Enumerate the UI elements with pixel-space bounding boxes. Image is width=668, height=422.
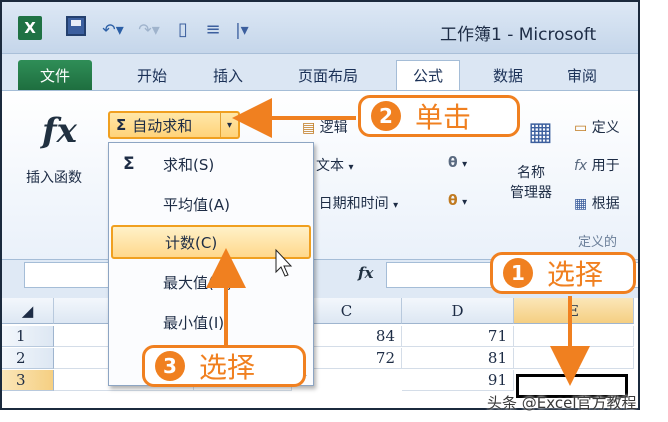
row-header[interactable]: 3 [2,370,54,391]
undo-icon[interactable]: ↶▾ [98,16,128,42]
column-header-d[interactable]: D [402,298,514,324]
chevron-down-icon: ▾ [348,162,354,173]
redo-icon[interactable]: ↷▾ [134,16,164,42]
ribbon-tabs: 文件 开始 插入 页面布局 公式 数据 审阅 [2,54,638,90]
tab-home[interactable]: 开始 [130,60,174,90]
lookup-functions-button[interactable]: θ ▾ [448,155,467,171]
formulas-ribbon: fx 插入函数 Σ 自动求和 ▾ ▤ 逻辑 A 文本 ▾ ◷ 日期和时间 ▾ θ… [2,90,638,260]
define-name-button[interactable]: ▭ 定义 [574,117,620,137]
tab-formulas[interactable]: 公式 [396,60,460,90]
logical-functions-button[interactable]: ▤ 逻辑 [302,117,348,137]
sigma-icon: Σ [116,116,127,134]
table-cell[interactable] [514,348,634,369]
table-cell[interactable]: 81 [402,348,514,369]
tab-data[interactable]: 数据 [484,60,532,90]
qat-customize-icon[interactable]: |▾ [230,16,254,42]
chevron-down-icon: ▾ [462,197,468,208]
insert-function-icon[interactable]: fx [42,111,77,151]
menu-item-max[interactable]: 最大值(M) [109,265,313,299]
autosum-button[interactable]: Σ 自动求和 ▾ [108,111,240,139]
tab-insert[interactable]: 插入 [206,60,250,90]
menu-item-min[interactable]: 最小值(I) [109,305,313,339]
menu-lines-icon[interactable]: ≡ [202,16,224,42]
table-cell[interactable]: 71 [402,326,514,347]
chevron-down-icon: ▾ [393,200,399,211]
step-2-callout: 2 单击 [358,95,520,137]
menu-item-sum[interactable]: Σ 求和(S) [109,147,313,181]
autosum-dropdown-arrow[interactable]: ▾ [220,113,238,137]
new-document-icon[interactable]: ▯ [172,16,194,42]
tab-page-layout[interactable]: 页面布局 [288,60,368,90]
row-header[interactable]: 1 [2,326,54,347]
math-functions-button[interactable]: θ ▾ [448,193,467,209]
window-title: 工作簿1 - Microsoft [440,25,597,45]
title-bar: X ↶▾ ↷▾ ▯ ≡ |▾ 工作簿1 - Microsoft [2,2,638,54]
tab-review[interactable]: 审阅 [558,60,606,90]
step-1-callout: 1 选择 [490,252,636,294]
excel-icon[interactable]: X [18,16,42,40]
menu-item-count[interactable]: 计数(C) [111,225,311,259]
autosum-label: 自动求和 [132,116,193,135]
table-cell[interactable]: 91 [402,370,514,391]
save-icon[interactable] [66,16,86,36]
select-all-corner[interactable]: ◢ [2,298,54,324]
step-number-badge: 3 [155,351,185,381]
row-header[interactable]: 2 [2,348,54,369]
insert-function-label[interactable]: 插入函数 [26,167,82,187]
defined-names-group-label: 定义的 [578,235,618,250]
fx-icon[interactable]: fx [358,264,373,282]
logic-book-icon: ▤ [302,120,316,136]
step-number-badge: 1 [503,258,533,288]
excel-window: X ↶▾ ↷▾ ▯ ≡ |▾ 工作簿1 - Microsoft 文件 开始 插入… [0,0,640,410]
name-manager-icon[interactable]: ▦ [528,117,553,147]
step-number-badge: 2 [371,101,401,131]
name-manager-button[interactable]: 名称 管理器 [510,163,552,203]
chevron-down-icon: ▾ [462,159,468,170]
menu-item-average[interactable]: 平均值(A) [109,187,313,221]
watermark: 头条 @Excel官方教程 [487,394,637,412]
datetime-functions-button[interactable]: ◷ 日期和时间 ▾ [302,193,398,213]
use-in-formula-icon: fx [574,158,588,174]
define-name-icon: ▭ [574,120,588,136]
math-book-icon: θ [448,193,458,209]
sigma-icon: Σ [123,154,135,174]
tab-file[interactable]: 文件 [18,60,92,90]
lookup-book-icon: θ [448,155,458,171]
step-3-callout: 3 选择 [142,345,306,387]
create-from-selection-icon: ▦ [574,196,588,212]
use-in-formula-button[interactable]: fx 用于 [574,155,620,175]
column-header-e[interactable]: E [514,298,634,324]
create-from-selection-button[interactable]: ▦ 根据 [574,193,620,213]
table-cell[interactable] [514,326,634,347]
